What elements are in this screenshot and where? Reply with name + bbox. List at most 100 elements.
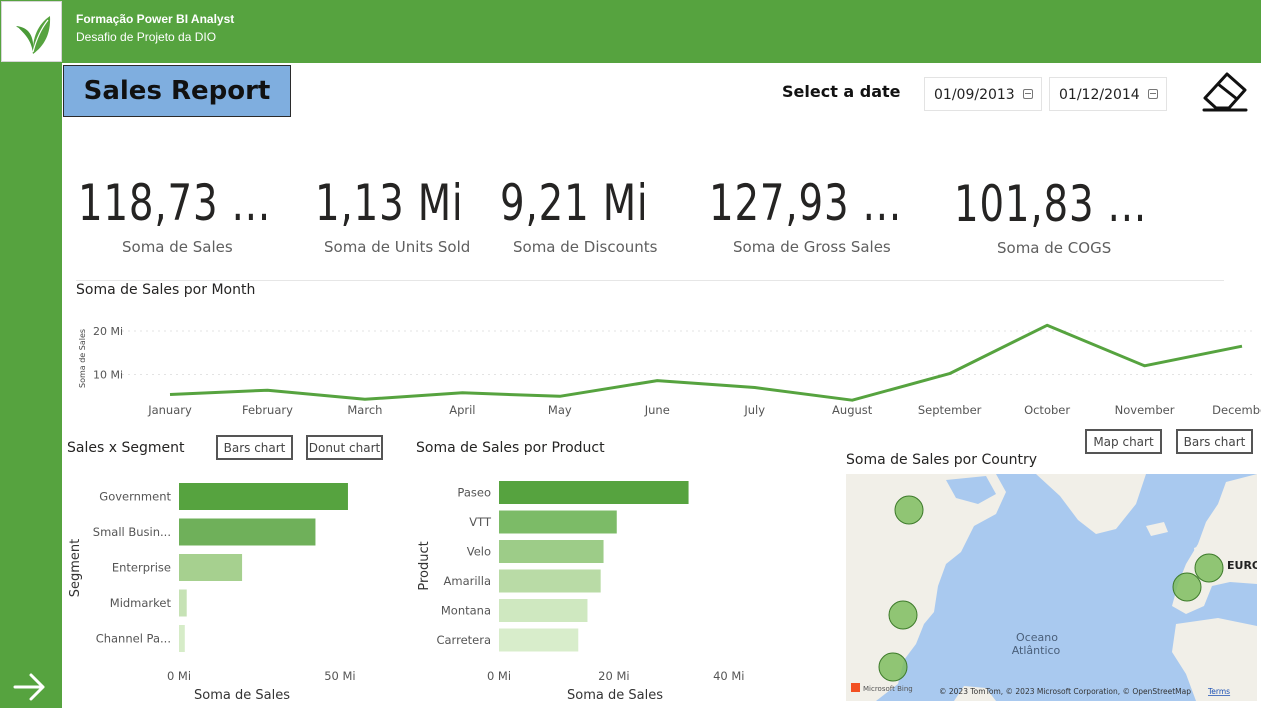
arrow-right-icon	[13, 673, 45, 701]
map-chart-title: Soma de Sales por Country	[846, 452, 1038, 468]
bubble-usa[interactable]	[888, 600, 918, 630]
bubble-germany[interactable]	[1194, 553, 1224, 583]
eraser-icon	[1202, 72, 1248, 112]
line-chart-xtick: May	[548, 403, 572, 417]
clear-filters-button[interactable]	[1200, 68, 1250, 114]
product-svg-bar[interactable]	[499, 481, 689, 504]
line-chart-point[interactable]	[557, 393, 563, 399]
segment-svg-category-label: Midmarket	[110, 596, 172, 610]
calendar-icon[interactable]	[1023, 89, 1033, 99]
bubble-mexico[interactable]	[878, 652, 908, 682]
date-filter-label: Select a date	[782, 82, 901, 101]
kpi-units-value: 1,13 Mi	[315, 174, 464, 232]
product-svg-ylabel: Product	[417, 541, 432, 590]
segment-svg-category-label: Enterprise	[112, 561, 171, 575]
line-chart-xtick: December	[1212, 403, 1261, 417]
segment-svg-bar[interactable]	[179, 554, 243, 581]
line-chart-point[interactable]	[1044, 322, 1050, 328]
next-page-button[interactable]	[12, 670, 48, 704]
product-svg-category-label: Amarilla	[444, 574, 491, 588]
line-chart-point[interactable]	[1239, 343, 1245, 349]
line-chart-point[interactable]	[1142, 363, 1148, 369]
line-chart-xtick: April	[449, 403, 475, 417]
product-svg-category-label: Velo	[467, 545, 491, 559]
app-subtitle: Desafio de Projeto da DIO	[76, 30, 217, 44]
segment-donut-chart-button[interactable]: Donut chart	[306, 435, 383, 460]
calendar-icon[interactable]	[1148, 89, 1158, 99]
product-svg-xtick: 0 Mi	[487, 669, 511, 683]
end-date-input[interactable]: 01/12/2014	[1049, 77, 1167, 111]
kpi-cogs-value: 101,83 ...	[954, 175, 1148, 233]
kpi-sales-label: Soma de Sales	[122, 238, 233, 256]
line-chart-point[interactable]	[362, 396, 368, 402]
ocean-label-line1: Oceano	[1016, 631, 1058, 644]
kpi-cogs-label: Soma de COGS	[997, 239, 1112, 257]
line-chart-point[interactable]	[167, 392, 173, 398]
kpi-sales-value: 118,73 ...	[78, 174, 272, 232]
line-chart-xtick: September	[918, 403, 982, 417]
segment-svg-category-label: Small Busin...	[93, 525, 171, 539]
segment-svg-category-label: Channel Pa...	[96, 632, 171, 646]
map-attribution: © 2023 TomTom, © 2023 Microsoft Corporat…	[939, 687, 1191, 696]
product-svg-bar[interactable]	[499, 599, 588, 622]
kpi-units-label: Soma de Units Sold	[324, 238, 471, 256]
product-svg-category-label: Montana	[441, 604, 491, 618]
segment-svg-bar[interactable]	[179, 483, 348, 510]
kpi-gross-sales-value: 127,93 ...	[709, 174, 903, 232]
segment-svg-bar[interactable]	[179, 625, 185, 652]
line-chart-point[interactable]	[264, 387, 270, 393]
product-svg-bar[interactable]	[499, 628, 579, 652]
bing-label: Microsoft Bing	[863, 685, 913, 693]
kpi-gross-sales-label: Soma de Gross Sales	[733, 238, 891, 256]
sales-map[interactable]: EURO Oceano Atlântico Microsoft Bing © 2…	[846, 474, 1257, 701]
line-chart-point[interactable]	[947, 371, 953, 377]
line-chart-xtick: October	[1024, 403, 1070, 417]
product-svg-xtick: 40 Mi	[713, 669, 744, 683]
start-date-value: 01/09/2013	[934, 87, 1015, 103]
bubble-france[interactable]	[1172, 572, 1202, 602]
product-svg-xtick: 20 Mi	[598, 669, 629, 683]
line-chart-point[interactable]	[752, 385, 758, 391]
segment-svg-xtick: 0 Mi	[167, 669, 191, 683]
bing-logo-icon	[851, 683, 860, 692]
line-chart-series-line[interactable]	[169, 323, 1243, 402]
line-chart-ytick: 20 Mi	[93, 325, 123, 338]
line-chart-xtick: March	[347, 403, 382, 417]
product-svg-category-label: VTT	[469, 515, 492, 529]
segment-svg-bar[interactable]	[179, 518, 316, 546]
line-chart-xtick: June	[644, 403, 670, 417]
product-svg-bar[interactable]	[499, 510, 617, 534]
product-svg-category-label: Carretera	[436, 633, 491, 647]
product-svg-category-label: Paseo	[457, 486, 491, 500]
line-chart-title: Soma de Sales por Month	[76, 282, 256, 298]
product-svg-bar[interactable]	[499, 569, 601, 593]
line-chart-ytick: 10 Mi	[93, 369, 123, 382]
report-title: Sales Report	[63, 65, 291, 117]
bubble-canada[interactable]	[894, 495, 924, 525]
region-label: EURO	[1227, 559, 1257, 572]
map-terms-link[interactable]: Terms	[1207, 687, 1230, 696]
product-svg-xlabel: Soma de Sales	[567, 688, 663, 703]
map-canvas: EURO Oceano Atlântico Microsoft Bing © 2…	[846, 474, 1257, 701]
line-chart-ylabel: Soma de Sales	[78, 329, 87, 388]
end-date-value: 01/12/2014	[1059, 87, 1140, 103]
kpi-discounts-label: Soma de Discounts	[513, 238, 658, 256]
kpi-discounts-value: 9,21 Mi	[500, 174, 649, 232]
map-bars-chart-button[interactable]: Bars chart	[1176, 429, 1253, 454]
segment-svg-category-label: Government	[99, 490, 171, 504]
map-chart-button[interactable]: Map chart	[1085, 429, 1162, 454]
line-chart: 10 Mi 20 Mi Soma de Sales January February Ma…	[78, 322, 1261, 417]
line-chart-point[interactable]	[459, 390, 465, 396]
line-chart-point[interactable]	[654, 378, 660, 384]
segment-bars-chart-button[interactable]: Bars chart	[216, 435, 293, 460]
product-svg-bar[interactable]	[499, 540, 604, 563]
leaf-icon	[16, 16, 51, 54]
ocean-label-line2: Atlântico	[1012, 644, 1061, 657]
segment-bar-chart: Segment Government Small Busin... Enterpris…	[68, 483, 356, 703]
segment-svg-xtick: 50 Mi	[324, 669, 355, 683]
segment-svg-bar[interactable]	[179, 589, 187, 617]
app-title: Formação Power BI Analyst	[76, 12, 235, 26]
line-chart-xtick: July	[743, 403, 765, 417]
start-date-input[interactable]: 01/09/2013	[924, 77, 1042, 111]
logo	[1, 1, 62, 62]
